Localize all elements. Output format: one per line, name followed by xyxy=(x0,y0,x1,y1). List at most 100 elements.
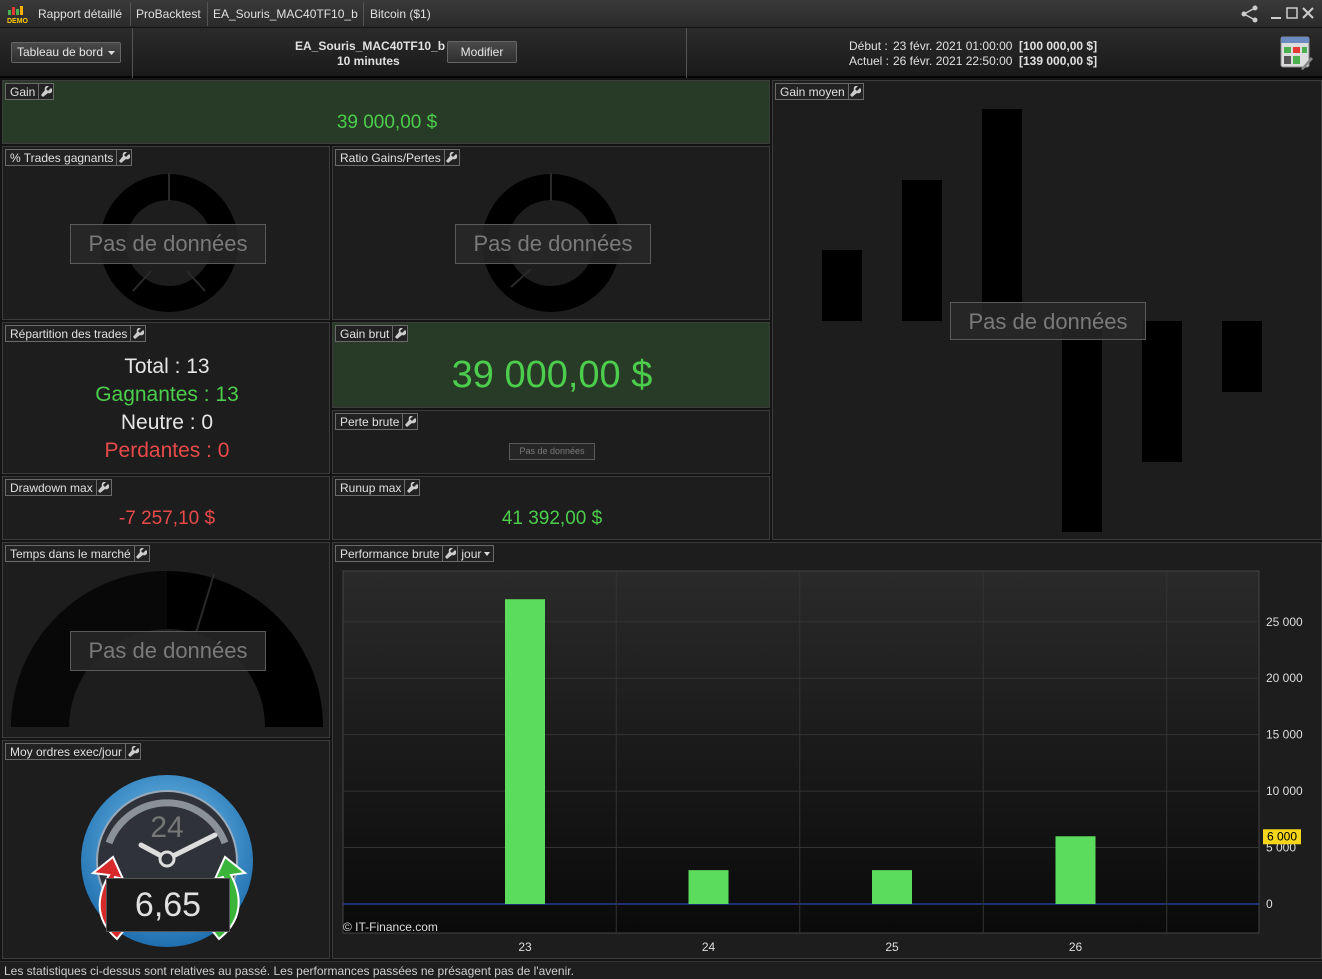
ratio-panel-title: Ratio Gains/Pertes xyxy=(335,149,460,166)
maximize-icon[interactable] xyxy=(1284,5,1300,21)
no-data-label: Pas de données xyxy=(70,224,266,264)
tab-probacktest[interactable]: ProBacktest xyxy=(136,7,201,21)
wrench-icon[interactable] xyxy=(95,480,111,495)
gain-panel-title: Gain xyxy=(5,83,55,100)
panel-title-label: % Trades gagnants xyxy=(10,150,114,165)
tab-instrument[interactable]: Bitcoin ($1) xyxy=(370,7,431,21)
placeholder-bar xyxy=(822,250,862,321)
performance-bar[interactable] xyxy=(688,870,729,904)
timeframe-label: 10 minutes xyxy=(337,54,400,68)
tab-strategy[interactable]: EA_Souris_MAC40TF10_b xyxy=(213,7,358,21)
panel-title-label: Ratio Gains/Pertes xyxy=(340,150,441,165)
placeholder-bar xyxy=(1222,321,1262,392)
header-divider xyxy=(132,28,133,78)
start-capital: [100 000,00 $] xyxy=(1019,39,1098,53)
y-tick-label: 25 000 xyxy=(1266,615,1303,629)
wrench-icon[interactable] xyxy=(402,414,417,429)
y-tick-label: 20 000 xyxy=(1266,671,1303,685)
distribution-panel-title: Répartition des trades xyxy=(5,325,147,342)
tab-separator xyxy=(363,2,364,26)
gain-loss-ratio-panel: Ratio Gains/Pertes Pas de données xyxy=(332,146,770,320)
y-tick-label: 10 000 xyxy=(1266,784,1303,798)
orders-per-day-panel-title: Moy ordres exec/jour xyxy=(5,743,142,760)
wrench-icon[interactable] xyxy=(38,84,53,99)
x-tick-label: 25 xyxy=(885,940,899,954)
trade-distribution-panel: Répartition des trades Total : 13 Gagnan… xyxy=(2,322,330,474)
total-trades: Total : 13 xyxy=(124,355,210,378)
dashboard-select-label: Tableau de bord xyxy=(17,45,104,59)
time-in-market-panel-title: Temps dans le marché xyxy=(5,545,150,562)
plot-area xyxy=(342,570,1260,934)
gross-gain-panel-title: Gain brut xyxy=(335,325,409,342)
tab-separator xyxy=(130,2,131,26)
wrench-icon[interactable] xyxy=(116,150,131,165)
average-gain-panel-title: Gain moyen xyxy=(775,83,864,100)
performance-bar-chart: 05 00010 00015 00020 00025 0006 000 23 24… xyxy=(342,570,1303,954)
x-tick-label: 23 xyxy=(518,940,532,954)
wrench-icon[interactable] xyxy=(443,150,459,165)
performance-bar[interactable] xyxy=(1055,836,1096,904)
x-tick-label: 24 xyxy=(702,940,716,954)
svg-text:DEMO: DEMO xyxy=(7,18,29,24)
wrench-icon[interactable] xyxy=(133,546,149,561)
panel-title-label: Gain xyxy=(10,84,36,99)
placeholder-bar xyxy=(1062,321,1102,532)
tab-detailed-report[interactable]: Rapport détaillé xyxy=(38,7,122,21)
chart-copyright: © IT-Finance.com xyxy=(343,920,438,934)
panel-title-label: Runup max xyxy=(340,480,402,495)
no-data-label: Pas de données xyxy=(70,631,266,671)
gross-gain-panel: Gain brut 39 000,00 $ xyxy=(332,322,770,408)
modify-button[interactable]: Modifier xyxy=(447,41,517,63)
share-icon[interactable] xyxy=(1240,5,1260,23)
close-icon[interactable] xyxy=(1300,5,1316,21)
panel-title-label: Répartition des trades xyxy=(10,326,128,341)
panel-title-label: Temps dans le marché xyxy=(10,546,131,561)
average-gain-panel: Gain moyen Pas de données xyxy=(772,80,1322,540)
no-data-label: Pas de données xyxy=(455,224,651,264)
tab-separator xyxy=(207,2,208,26)
placeholder-bar xyxy=(982,109,1022,321)
wrench-icon[interactable] xyxy=(847,84,863,99)
max-drawdown-panel: Drawdown max -7 257,10 $ xyxy=(2,476,330,540)
panel-title-label: Drawdown max xyxy=(10,480,93,495)
gross-performance-panel: Performance brute jour 05 000 10 000 15 00… xyxy=(332,542,1322,959)
current-date: 26 févr. 2021 22:50:00 xyxy=(893,54,1013,68)
losing-trades: Perdantes : 0 xyxy=(104,439,230,462)
gross-loss-panel: Perte brute Pas de données xyxy=(332,410,770,474)
no-data-label: Pas de données xyxy=(509,443,595,460)
report-settings-icon[interactable] xyxy=(1280,35,1314,71)
gain-value: 39 000,00 $ xyxy=(336,112,438,133)
wrench-icon[interactable] xyxy=(392,326,407,341)
current-capital: [139 000,00 $] xyxy=(1019,54,1098,68)
chevron-down-icon xyxy=(108,51,115,55)
disclaimer-footer: Les statistiques ci-dessus sont relative… xyxy=(0,961,1322,979)
panel-title-label: Gain moyen xyxy=(780,84,845,99)
win-rate-panel: % Trades gagnants Pas de données xyxy=(2,146,330,320)
gain-panel: Gain 39 000,00 $ xyxy=(2,80,770,144)
performance-bar[interactable] xyxy=(872,870,912,904)
clock-number: 24 xyxy=(150,811,183,844)
start-date: 23 févr. 2021 01:00:00 xyxy=(893,39,1013,53)
runup-value: 41 392,00 $ xyxy=(501,508,603,529)
panel-title-label: Moy ordres exec/jour xyxy=(10,744,123,759)
no-data-label: Pas de données xyxy=(950,302,1146,340)
panel-title-label: Gain brut xyxy=(340,326,390,341)
performance-bar[interactable] xyxy=(505,599,545,904)
last-value-label: 6 000 xyxy=(1267,829,1297,843)
wrench-icon[interactable] xyxy=(125,744,140,759)
start-label: Début : xyxy=(849,39,888,53)
runup-panel-title: Runup max xyxy=(335,479,421,496)
placeholder-bar xyxy=(902,180,942,321)
drawdown-panel-title: Drawdown max xyxy=(5,479,112,496)
wrench-icon[interactable] xyxy=(404,480,419,495)
y-tick-label: 0 xyxy=(1266,897,1273,911)
orders-per-day-value: 6,65 xyxy=(106,878,230,932)
wrench-icon[interactable] xyxy=(130,326,145,341)
win-rate-panel-title: % Trades gagnants xyxy=(5,149,133,166)
x-tick-label: 26 xyxy=(1069,940,1083,954)
dashboard-select[interactable]: Tableau de bord xyxy=(11,42,121,63)
strategy-name: EA_Souris_MAC40TF10_b xyxy=(295,39,446,53)
time-in-market-panel: Temps dans le marché Pas de données xyxy=(2,542,330,738)
minimize-icon[interactable] xyxy=(1268,5,1284,21)
gross-loss-panel-title: Perte brute xyxy=(335,413,419,430)
